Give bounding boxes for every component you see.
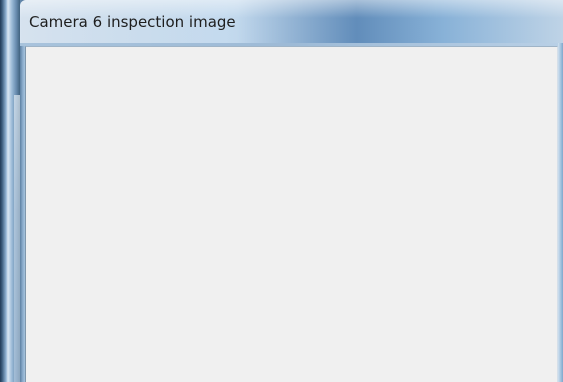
inspection-image-area (25, 46, 558, 382)
inspection-window: Camera 6 inspection image (0, 0, 563, 382)
window-right-frame[interactable] (558, 43, 563, 382)
window-title: Camera 6 inspection image (29, 13, 236, 31)
window-left-frame[interactable] (0, 0, 20, 382)
title-bar[interactable]: Camera 6 inspection image (20, 0, 563, 43)
